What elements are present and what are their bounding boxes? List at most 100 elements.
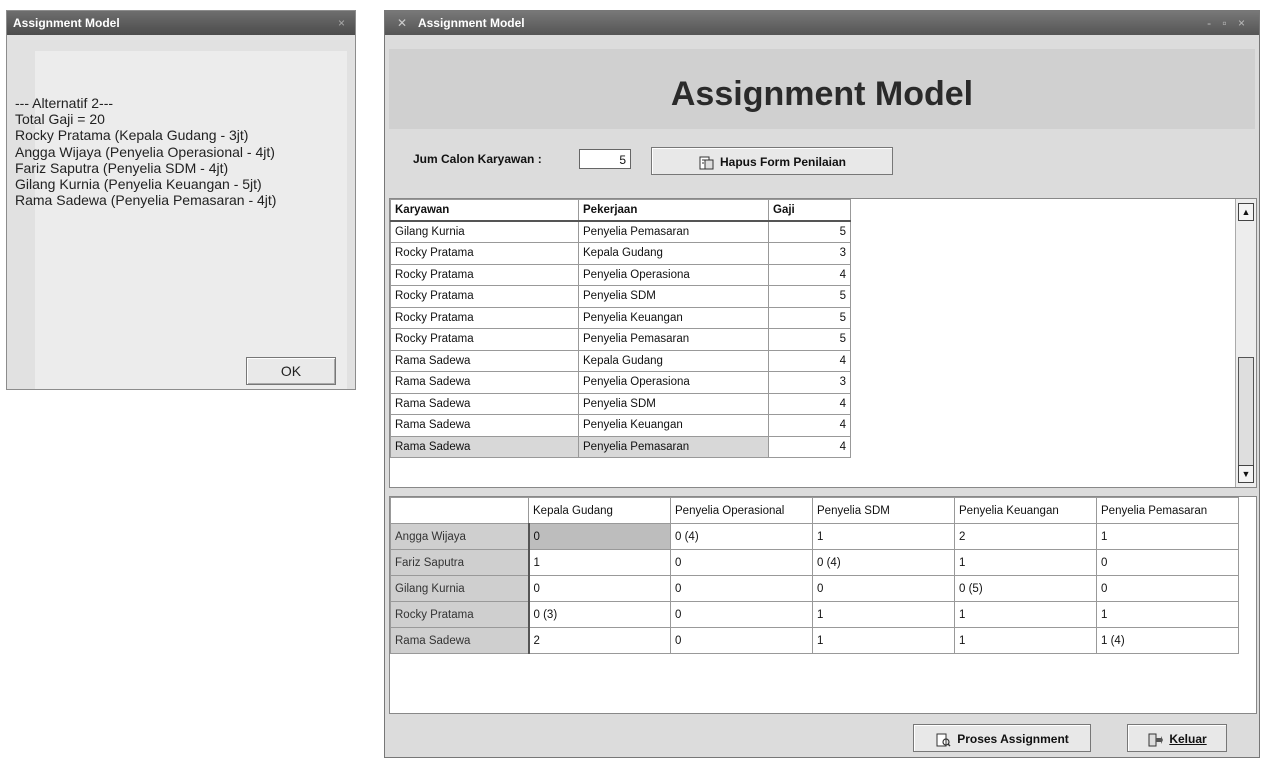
matrix-cell[interactable]: 1 [954, 601, 1097, 628]
cell-gaji[interactable]: 4 [768, 263, 851, 286]
cell-karyawan[interactable]: Gilang Kurnia [390, 220, 579, 243]
column-header[interactable]: Penyelia Keuangan [954, 497, 1097, 524]
matrix-row[interactable]: Angga Wijaya 0 0 (4) 1 2 1 [390, 523, 1239, 550]
cell-gaji[interactable]: 5 [768, 220, 851, 243]
keluar-button[interactable]: Keluar [1127, 724, 1227, 752]
column-header[interactable]: Gaji [768, 199, 851, 222]
matrix-cell[interactable]: 2 [528, 627, 671, 654]
cell-gaji[interactable]: 3 [768, 371, 851, 394]
cell-karyawan[interactable]: Rama Sadewa [390, 371, 579, 394]
matrix-cell[interactable]: 0 (5) [954, 575, 1097, 602]
matrix-cell[interactable]: 0 [670, 575, 813, 602]
ok-button[interactable]: OK [246, 357, 336, 385]
matrix-cell[interactable]: 1 [1096, 523, 1239, 550]
matrix-cell[interactable]: 0 [1096, 549, 1239, 576]
cell-karyawan[interactable]: Rama Sadewa [390, 392, 579, 415]
matrix-cell[interactable]: 1 (4) [1096, 627, 1239, 654]
cell-gaji[interactable]: 5 [768, 285, 851, 308]
salary-grid[interactable]: Karyawan Pekerjaan Gaji Gilang Kurnia Pen… [389, 198, 1257, 488]
cell-pekerjaan[interactable]: Kepala Gudang [578, 349, 769, 372]
cell-karyawan[interactable]: Rama Sadewa [390, 414, 579, 437]
jum-calon-input[interactable]: 5 [579, 149, 631, 169]
matrix-row[interactable]: Rama Sadewa 2 0 1 1 1 (4) [390, 627, 1239, 654]
proses-assignment-button[interactable]: Proses Assignment [913, 724, 1091, 752]
matrix-cell[interactable]: 0 [1096, 575, 1239, 602]
row-header[interactable]: Rama Sadewa [390, 627, 530, 654]
cell-gaji[interactable]: 4 [768, 414, 851, 437]
column-header[interactable]: Karyawan [390, 199, 579, 222]
cell-gaji[interactable]: 4 [768, 435, 851, 458]
cell-pekerjaan[interactable]: Penyelia Operasiona [578, 263, 769, 286]
table-row[interactable]: Rocky Pratama Penyelia Keuangan 5 [390, 306, 851, 329]
matrix-cell[interactable]: 0 [670, 601, 813, 628]
matrix-cell[interactable]: 1 [812, 601, 955, 628]
matrix-cell[interactable]: 0 (4) [812, 549, 955, 576]
assignment-matrix[interactable]: Kepala Gudang Penyelia Operasional Penye… [389, 496, 1257, 714]
matrix-cell[interactable]: 0 (4) [670, 523, 813, 550]
matrix-cell[interactable]: 1 [812, 523, 955, 550]
matrix-row[interactable]: Rocky Pratama 0 (3) 0 1 1 1 [390, 601, 1239, 628]
table-row[interactable]: Rama Sadewa Penyelia Operasiona 3 [390, 371, 851, 394]
cell-pekerjaan[interactable]: Kepala Gudang [578, 242, 769, 265]
table-row[interactable]: Gilang Kurnia Penyelia Pemasaran 5 [390, 220, 851, 243]
matrix-cell[interactable]: 0 [812, 575, 955, 602]
matrix-cell-selected[interactable]: 0 [528, 523, 671, 550]
row-header[interactable]: Rocky Pratama [390, 601, 530, 628]
hapus-form-button[interactable]: Hapus Form Penilaian [651, 147, 893, 175]
matrix-cell[interactable]: 0 (3) [528, 601, 671, 628]
column-header[interactable]: Penyelia SDM [812, 497, 955, 524]
matrix-cell[interactable]: 0 [670, 549, 813, 576]
row-header[interactable]: Gilang Kurnia [390, 575, 530, 602]
cell-karyawan[interactable]: Rocky Pratama [390, 263, 579, 286]
cell-pekerjaan[interactable]: Penyelia Pemasaran [578, 328, 769, 351]
matrix-cell[interactable]: 1 [528, 549, 671, 576]
table-row[interactable]: Rama Sadewa Penyelia SDM 4 [390, 392, 851, 415]
cell-gaji[interactable]: 5 [768, 328, 851, 351]
matrix-cell[interactable]: 0 [528, 575, 671, 602]
row-header[interactable]: Fariz Saputra [390, 549, 530, 576]
matrix-row[interactable]: Fariz Saputra 1 0 0 (4) 1 0 [390, 549, 1239, 576]
table-row[interactable]: Rama Sadewa Kepala Gudang 4 [390, 349, 851, 372]
table-row[interactable]: Rama Sadewa Penyelia Keuangan 4 [390, 414, 851, 437]
matrix-cell[interactable]: 1 [954, 627, 1097, 654]
row-header[interactable]: Angga Wijaya [390, 523, 530, 550]
dialog-close-icon[interactable]: × [338, 11, 345, 35]
cell-pekerjaan[interactable]: Penyelia Pemasaran [578, 435, 769, 458]
cell-pekerjaan[interactable]: Penyelia Operasiona [578, 371, 769, 394]
window-controls[interactable]: - ▫ × [1207, 11, 1249, 35]
matrix-cell[interactable]: 1 [954, 549, 1097, 576]
scroll-thumb[interactable] [1238, 357, 1254, 467]
cell-karyawan[interactable]: Rama Sadewa [390, 435, 579, 458]
matrix-row[interactable]: Gilang Kurnia 0 0 0 0 (5) 0 [390, 575, 1239, 602]
matrix-cell[interactable]: 1 [1096, 601, 1239, 628]
scroll-up-icon[interactable]: ▲ [1238, 203, 1254, 221]
table-row[interactable]: Rocky Pratama Penyelia SDM 5 [390, 285, 851, 308]
cell-karyawan[interactable]: Rocky Pratama [390, 306, 579, 329]
table-row[interactable]: Rocky Pratama Penyelia Pemasaran 5 [390, 328, 851, 351]
table-row[interactable]: Rocky Pratama Penyelia Operasiona 4 [390, 263, 851, 286]
cell-pekerjaan[interactable]: Penyelia SDM [578, 392, 769, 415]
cell-gaji[interactable]: 3 [768, 242, 851, 265]
cell-pekerjaan[interactable]: Penyelia Keuangan [578, 414, 769, 437]
cell-karyawan[interactable]: Rocky Pratama [390, 328, 579, 351]
cell-pekerjaan[interactable]: Penyelia SDM [578, 285, 769, 308]
cell-gaji[interactable]: 4 [768, 392, 851, 415]
cell-gaji[interactable]: 5 [768, 306, 851, 329]
column-header[interactable]: Penyelia Operasional [670, 497, 813, 524]
vertical-scrollbar[interactable]: ▲ ▼ [1235, 199, 1256, 487]
cell-pekerjaan[interactable]: Penyelia Keuangan [578, 306, 769, 329]
column-header[interactable]: Pekerjaan [578, 199, 769, 222]
table-row[interactable]: Rocky Pratama Kepala Gudang 3 [390, 242, 851, 265]
column-header[interactable]: Kepala Gudang [528, 497, 671, 524]
cell-pekerjaan[interactable]: Penyelia Pemasaran [578, 220, 769, 243]
table-row-selected[interactable]: Rama Sadewa Penyelia Pemasaran 4 [390, 435, 851, 458]
matrix-cell[interactable]: 1 [812, 627, 955, 654]
cell-karyawan[interactable]: Rama Sadewa [390, 349, 579, 372]
cell-gaji[interactable]: 4 [768, 349, 851, 372]
cell-karyawan[interactable]: Rocky Pratama [390, 285, 579, 308]
column-header[interactable]: Penyelia Pemasaran [1096, 497, 1239, 524]
scroll-down-icon[interactable]: ▼ [1238, 465, 1254, 483]
matrix-cell[interactable]: 0 [670, 627, 813, 654]
cell-karyawan[interactable]: Rocky Pratama [390, 242, 579, 265]
matrix-cell[interactable]: 2 [954, 523, 1097, 550]
